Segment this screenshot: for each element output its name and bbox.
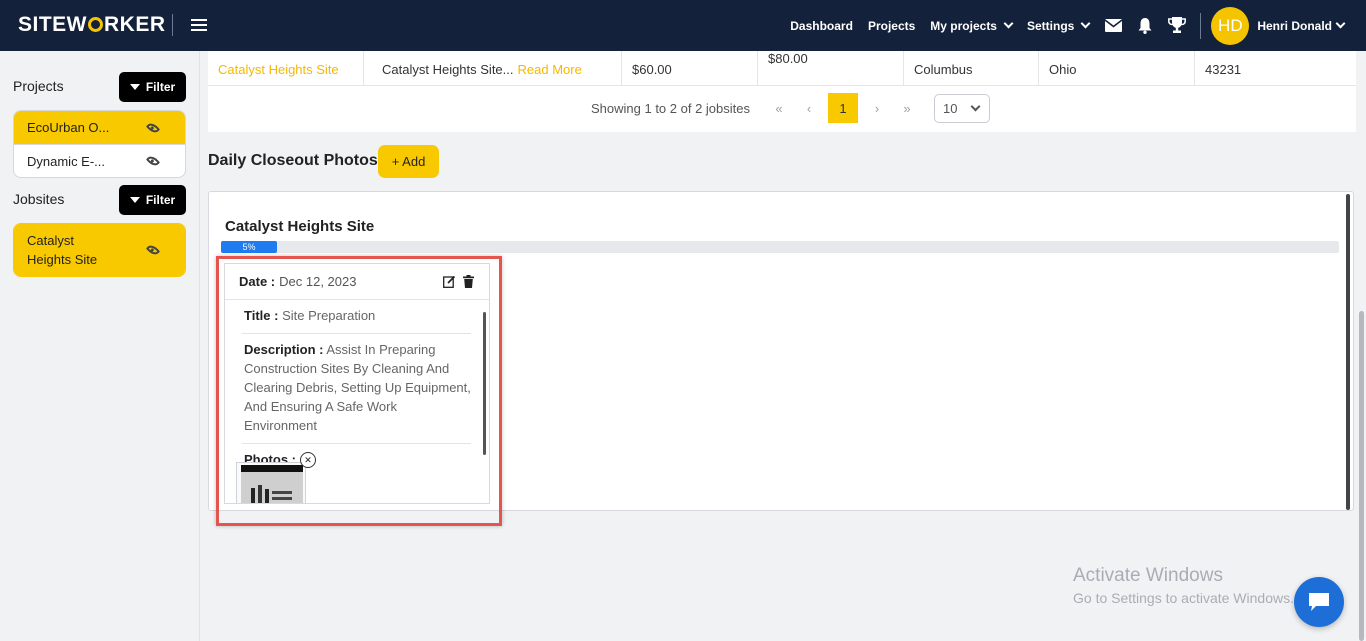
chat-icon[interactable] (1294, 577, 1344, 627)
nav-separator (1200, 12, 1202, 39)
last-page-icon[interactable]: » (892, 101, 922, 116)
remove-photo-icon[interactable]: ✕ (300, 452, 316, 468)
jobsite-description-cell: Catalyst Heights Site... Read More (364, 51, 622, 85)
nav-settings[interactable]: Settings (1027, 18, 1091, 33)
activation-watermark-subtitle: Go to Settings to activate Windows. (1073, 590, 1294, 606)
bell-icon[interactable] (1136, 17, 1154, 35)
chevron-down-icon (970, 101, 981, 111)
description-field: Description : Assist In Preparing Constr… (242, 334, 471, 444)
chevron-down-icon (1003, 18, 1014, 29)
page-scrollbar-thumb[interactable] (1359, 311, 1364, 641)
avatar[interactable]: HD (1211, 6, 1250, 45)
projects-heading: Projects (13, 78, 64, 94)
page-size-select[interactable]: 10 (934, 93, 990, 123)
city-cell: Columbus (904, 51, 1039, 85)
jobsites-filter-button[interactable]: Filter (119, 185, 186, 215)
sidebar-item-jobsite[interactable]: Catalyst Heights Site (14, 224, 185, 276)
chevron-down-icon (1080, 18, 1091, 29)
nav-my-projects[interactable]: My projects (930, 18, 1014, 33)
activation-watermark-title: Activate Windows (1073, 565, 1223, 586)
section-title: Daily Closeout Photos (208, 152, 378, 169)
hamburger-menu-icon[interactable] (191, 19, 207, 31)
sidebar-item-project[interactable]: EcoUrban O... (14, 111, 185, 144)
jobsites-table: Catalyst Heights Site Catalyst Heights S… (208, 51, 1356, 132)
nav-projects[interactable]: Projects (868, 19, 915, 33)
progress-bar: 5% (221, 241, 1339, 253)
first-page-icon[interactable]: « (764, 101, 794, 116)
filter-icon (129, 84, 140, 90)
page-scrollbar[interactable] (1356, 51, 1366, 641)
jobsites-heading: Jobsites (13, 191, 65, 207)
projects-filter-button[interactable]: Filter (119, 72, 186, 102)
mail-icon[interactable] (1104, 17, 1122, 35)
date-value: Dec 12, 2023 (279, 274, 357, 289)
add-photo-button[interactable]: + Add (378, 145, 439, 178)
site-name: Catalyst Heights Site (225, 218, 375, 235)
eye-icon[interactable] (145, 120, 161, 135)
trophy-icon[interactable] (1168, 17, 1187, 35)
pagination-summary: Showing 1 to 2 of 2 jobsites (591, 100, 750, 116)
pagination: Showing 1 to 2 of 2 jobsites « ‹ 1 › » 1… (591, 93, 990, 123)
closeout-entry-card: Date : Dec 12, 2023 Title : Site Prepara… (224, 263, 490, 504)
jobsites-list: Catalyst Heights Site (13, 223, 186, 277)
filter-icon (129, 197, 140, 203)
table-divider (208, 85, 1356, 86)
user-menu[interactable]: Henri Donald (1257, 18, 1346, 33)
prev-page-icon[interactable]: ‹ (794, 101, 824, 116)
title-field: Title : Site Preparation (242, 300, 471, 334)
amount-cell: $60.00 (622, 51, 758, 85)
projects-list: EcoUrban O... Dynamic E-... (13, 110, 186, 178)
sitework-logo[interactable]: SITEW RKER (18, 13, 166, 37)
state-cell: Ohio (1039, 51, 1195, 85)
progress-fill: 5% (221, 241, 277, 253)
nav-divider (172, 14, 173, 36)
eye-icon[interactable] (145, 242, 161, 258)
site-card: Catalyst Heights Site 5% Date : Dec 12, … (208, 191, 1354, 526)
eye-icon[interactable] (145, 153, 161, 169)
page-number-button[interactable]: 1 (828, 93, 858, 123)
site-card-scrollbar[interactable] (1346, 194, 1350, 510)
jobsite-name-link[interactable]: Catalyst Heights Site (208, 51, 364, 85)
sidebar: Projects Filter EcoUrban O... Dynamic E-… (0, 51, 200, 641)
entry-body: Title : Site Preparation Description : A… (225, 300, 489, 503)
next-page-icon[interactable]: › (862, 101, 892, 116)
top-navbar: SITEW RKER Dashboard Projects My projects… (0, 0, 1366, 51)
entry-scrollbar[interactable] (483, 312, 486, 455)
amount-cell: $80.00 (758, 51, 904, 85)
entry-header: Date : Dec 12, 2023 (225, 264, 489, 300)
photo-thumbnail[interactable] (236, 462, 306, 503)
sidebar-item-project[interactable]: Dynamic E-... (14, 144, 185, 177)
date-label: Date : (239, 274, 276, 289)
zip-cell: 43231 (1205, 61, 1242, 77)
nav-links: Dashboard Projects My projects Settings … (790, 0, 1346, 51)
chevron-down-icon (1335, 18, 1346, 29)
read-more-link[interactable]: Read More (518, 62, 582, 77)
nav-dashboard[interactable]: Dashboard (790, 19, 853, 33)
delete-icon[interactable] (461, 275, 475, 288)
logo-ring-icon (88, 17, 103, 32)
edit-icon[interactable] (442, 275, 456, 288)
